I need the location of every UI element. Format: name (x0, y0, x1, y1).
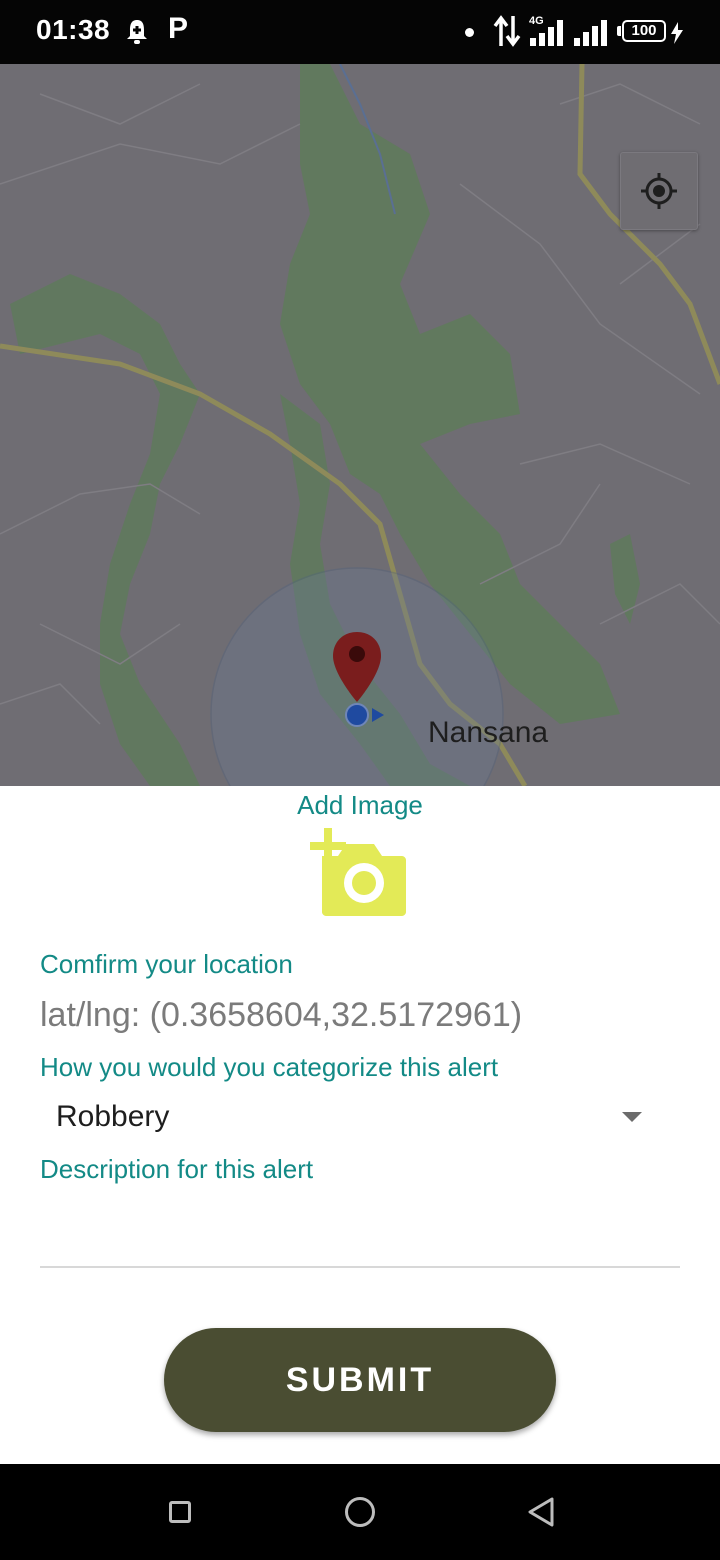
svg-text:4G: 4G (529, 15, 544, 27)
battery-icon: 100 (622, 20, 666, 42)
add-photo-icon[interactable] (308, 828, 408, 923)
signal-bars-icon (572, 18, 610, 51)
description-input[interactable] (40, 1196, 680, 1268)
notification-bell-icon (124, 18, 150, 51)
signal-4g-icon: 4G (528, 14, 568, 53)
submit-button[interactable]: SUBMIT (164, 1328, 556, 1432)
latlng-value: lat/lng: (0.3658604,32.5172961) (40, 996, 523, 1034)
battery-nub (617, 26, 621, 36)
confirm-location-label: Comfirm your location (40, 949, 293, 979)
category-label: How you would you categorize this alert (40, 1052, 499, 1082)
map-pin-icon[interactable] (331, 630, 383, 709)
map-view[interactable]: Nansana (0, 64, 720, 786)
data-transfer-icon (492, 14, 522, 53)
notification-dot-icon (465, 28, 474, 37)
my-location-button[interactable] (620, 152, 698, 230)
my-location-icon (641, 173, 677, 209)
map-place-label: Nansana (428, 716, 549, 749)
category-select[interactable]: Robbery (40, 1090, 660, 1146)
charging-bolt-icon (670, 22, 684, 49)
back-icon[interactable] (526, 1496, 556, 1533)
status-bar: 01:38 P 4G 100 (0, 0, 720, 64)
dropdown-arrow-icon (622, 1112, 642, 1122)
category-selected-value: Robbery (56, 1100, 170, 1133)
recent-apps-icon[interactable] (169, 1501, 191, 1523)
parking-app-icon: P (168, 12, 189, 45)
navigation-bar (0, 1464, 720, 1560)
add-image-label: Add Image (297, 790, 423, 820)
status-time: 01:38 (36, 14, 111, 45)
description-label: Description for this alert (40, 1154, 314, 1184)
home-icon[interactable] (345, 1497, 375, 1527)
current-location-dot-icon (344, 702, 386, 733)
